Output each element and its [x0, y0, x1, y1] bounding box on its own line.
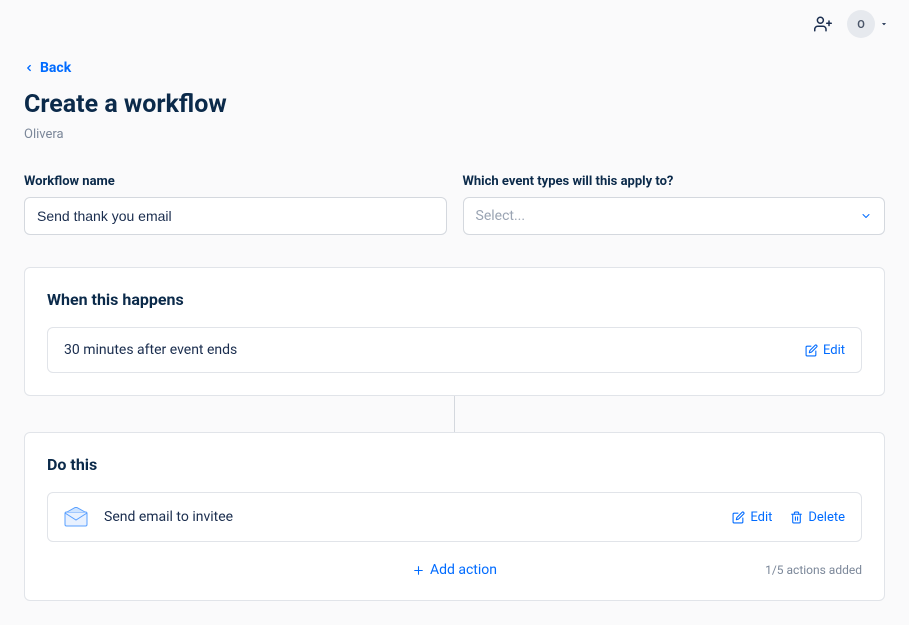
event-types-field-group: Which event types will this apply to? Se…: [463, 174, 886, 235]
back-label: Back: [40, 60, 71, 76]
workflow-name-label: Workflow name: [24, 174, 447, 189]
action-delete-button[interactable]: Delete: [790, 510, 845, 525]
user-menu[interactable]: O: [847, 10, 889, 38]
trigger-item: 30 minutes after event ends Edit: [47, 327, 862, 373]
topbar: O: [0, 0, 909, 48]
trigger-card: When this happens 30 minutes after event…: [24, 267, 885, 396]
add-person-button[interactable]: [811, 12, 835, 36]
chevron-down-icon: [860, 210, 872, 222]
action-edit-label: Edit: [750, 510, 772, 525]
workflow-name-field-group: Workflow name: [24, 174, 447, 235]
action-edit-button[interactable]: Edit: [732, 510, 772, 525]
add-person-icon: [814, 15, 832, 33]
actions-card: Do this Send email to invitee Edi: [24, 432, 885, 601]
pencil-icon: [805, 344, 818, 357]
event-types-placeholder: Select...: [476, 208, 526, 224]
event-types-select[interactable]: Select...: [463, 197, 886, 235]
event-types-label: Which event types will this apply to?: [463, 174, 886, 189]
action-delete-label: Delete: [808, 510, 845, 525]
action-item-left: Send email to invitee: [64, 507, 233, 527]
form-row: Workflow name Which event types will thi…: [24, 174, 885, 235]
workflow-name-input[interactable]: [24, 197, 447, 235]
actions-count: 1/5 actions added: [765, 563, 862, 577]
pencil-icon: [732, 511, 745, 524]
trigger-text: 30 minutes after event ends: [64, 342, 237, 358]
actions-card-title: Do this: [47, 455, 862, 474]
add-action-label: Add action: [430, 562, 497, 578]
owner-name: Olivera: [24, 127, 885, 142]
trash-icon: [790, 511, 803, 524]
trigger-edit-label: Edit: [823, 343, 845, 358]
trigger-actions: Edit: [805, 343, 845, 358]
add-action-button[interactable]: Add action: [412, 562, 497, 578]
connector-line: [454, 396, 455, 432]
trigger-edit-button[interactable]: Edit: [805, 343, 845, 358]
plus-icon: [412, 564, 425, 577]
email-icon: [64, 507, 88, 527]
avatar: O: [847, 10, 875, 38]
action-item: Send email to invitee Edit Delete: [47, 492, 862, 542]
caret-down-icon: [879, 19, 889, 29]
back-link[interactable]: Back: [24, 60, 71, 76]
chevron-left-icon: [24, 63, 34, 73]
action-text: Send email to invitee: [104, 509, 233, 525]
trigger-card-title: When this happens: [47, 290, 862, 309]
page-title: Create a workflow: [24, 90, 885, 119]
action-item-actions: Edit Delete: [732, 510, 845, 525]
add-action-row: Add action 1/5 actions added: [47, 562, 862, 578]
page-content: Back Create a workflow Olivera Workflow …: [0, 48, 909, 625]
